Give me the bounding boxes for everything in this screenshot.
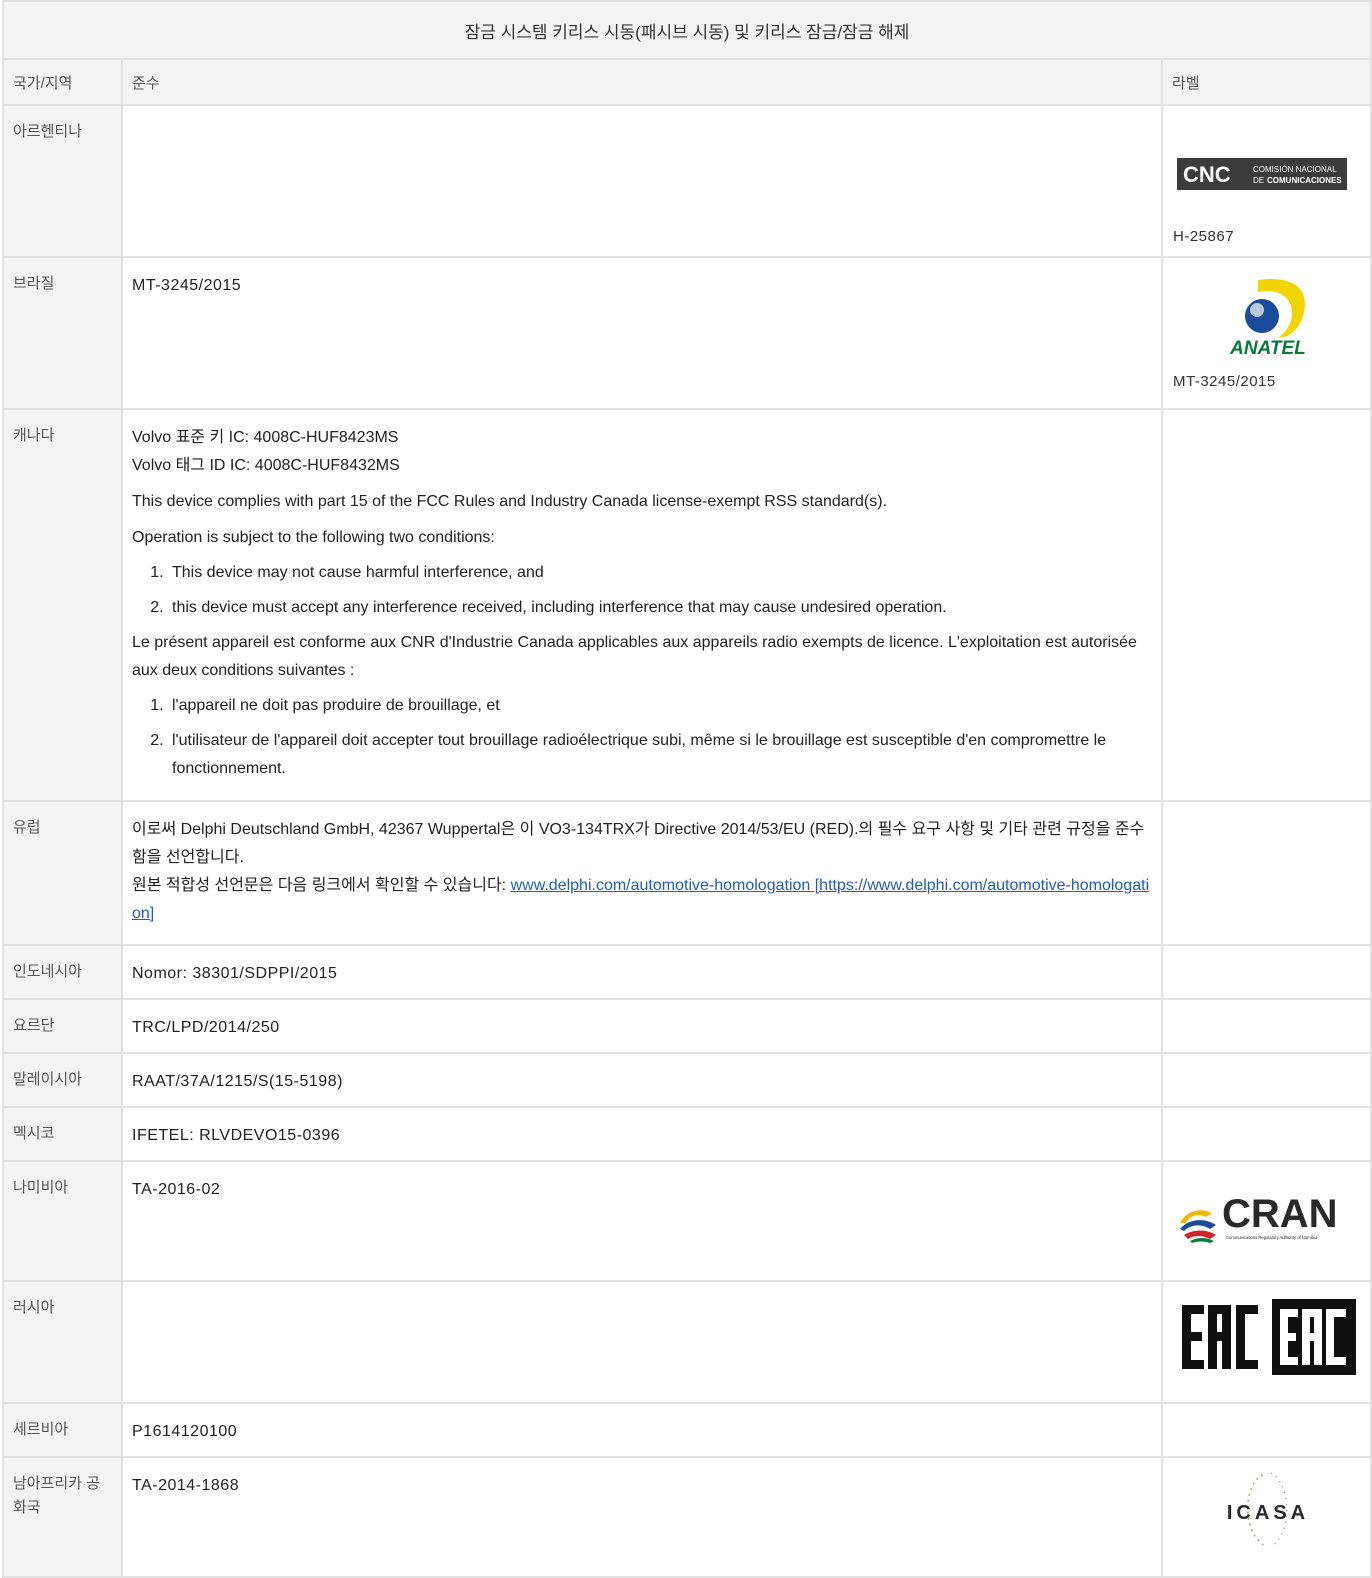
icasa-logo-text: ICASA [1226, 1502, 1308, 1524]
table-row: 나미비아 TA-2016-02 CRAN Communications Regu… [2, 1160, 1372, 1282]
canada-fr-paragraph: Le présent appareil est conforme aux CNR… [132, 634, 1137, 679]
europe-link-prefix: 원본 적합성 선언문은 다음 링크에서 확인할 수 있습니다: [132, 877, 511, 894]
label-cell [1160, 1280, 1372, 1404]
compliance-cell: MT-3245/2015 [121, 256, 1163, 410]
table-row: 남아프리카 공화국 TA-2014-1868 ICASA [2, 1456, 1372, 1578]
header-compliance: 준수 [121, 58, 1163, 106]
label-cell [1160, 1402, 1372, 1458]
label-cell [1160, 944, 1372, 1000]
country-cell: 인도네시아 [2, 944, 123, 1000]
table-row: 말레이시아 RAAT/37A/1215/S(15-5198) [2, 1052, 1372, 1108]
cran-logo: CRAN Communications Regulatory Authority… [1179, 1192, 1338, 1243]
table-row: 멕시코 IFETEL: RLVDEVO15-0396 [2, 1106, 1372, 1162]
eac-mark [1181, 1299, 1356, 1375]
table-row: 브라질 MT-3245/2015 ANATEL MT-3245/2015 [2, 256, 1372, 410]
europe-declaration: 이로써 Delphi Deutschland GmbH, 42367 Wuppe… [132, 821, 1145, 866]
table-row: 요르단 TRC/LPD/2014/250 [2, 998, 1372, 1054]
compliance-cell: P1614120100 [121, 1402, 1163, 1458]
label-cell [1160, 408, 1372, 802]
country-cell: 요르단 [2, 998, 123, 1054]
country-cell: 남아프리카 공화국 [2, 1456, 123, 1578]
cran-logo-text: CRAN [1222, 1192, 1338, 1236]
canada-fcc-statement: This device complies with part 15 of the… [132, 493, 888, 510]
anatel-logo-text: ANATEL [1229, 338, 1306, 358]
label-cell: CRAN Communications Regulatory Authority… [1160, 1160, 1372, 1282]
canada-conditions-intro: Operation is subject to the following tw… [132, 529, 495, 546]
label-code: MT-3245/2015 [1173, 373, 1276, 390]
compliance-table: 잠금 시스템 키리스 시동(패시브 시동) 및 키리스 잠금/잠금 해제 국가/… [1, 0, 1372, 1578]
canada-conditions-fr: l'appareil ne doit pas produire de broui… [132, 692, 1151, 783]
country-cell: 캐나다 [2, 408, 123, 802]
compliance-cell: IFETEL: RLVDEVO15-0396 [121, 1106, 1163, 1162]
compliance-cell: TA-2014-1868 [121, 1456, 1163, 1578]
cnc-logo: CNC COMISIÓN NACIONAL DE COMUNICACIONES [1177, 158, 1347, 190]
table-row: 유럽 이로써 Delphi Deutschland GmbH, 42367 Wu… [2, 800, 1372, 946]
country-cell: 아르헨티나 [2, 104, 123, 258]
country-cell: 유럽 [2, 800, 123, 946]
country-cell: 브라질 [2, 256, 123, 410]
table-row: 캐나다 Volvo 표준 키 IC: 4008C-HUF8423MS Volvo… [2, 408, 1372, 802]
compliance-cell: TRC/LPD/2014/250 [121, 998, 1163, 1054]
label-cell: ICASA [1160, 1456, 1372, 1578]
country-cell: 세르비아 [2, 1402, 123, 1458]
canada-ic-standard-key: Volvo 표준 키 IC: 4008C-HUF8423MS [132, 429, 399, 446]
label-code: H-25867 [1173, 228, 1235, 245]
compliance-cell [121, 1280, 1163, 1404]
cnc-logo-line2: COMUNICACIONES [1267, 176, 1342, 185]
table-row: 세르비아 P1614120100 [2, 1402, 1372, 1458]
table-title-row: 잠금 시스템 키리스 시동(패시브 시동) 및 키리스 잠금/잠금 해제 [1, 0, 1372, 60]
cnc-logo-main: CNC [1183, 162, 1231, 187]
canada-conditions-en: This device may not cause harmful interf… [132, 559, 1151, 622]
table-row: 인도네시아 Nomor: 38301/SDPPI/2015 [2, 944, 1372, 1000]
table-title: 잠금 시스템 키리스 시동(패시브 시동) 및 키리스 잠금/잠금 해제 [1, 0, 1372, 60]
compliance-cell [121, 104, 1163, 258]
country-cell: 러시아 [2, 1280, 123, 1404]
cnc-logo-line2-prefix: DE [1253, 176, 1264, 185]
compliance-cell: Nomor: 38301/SDPPI/2015 [121, 944, 1163, 1000]
compliance-cell: TA-2016-02 [121, 1160, 1163, 1282]
label-cell: ANATEL MT-3245/2015 [1160, 256, 1372, 410]
label-cell [1160, 998, 1372, 1054]
anatel-logo: ANATEL [1229, 279, 1306, 358]
country-cell: 말레이시아 [2, 1052, 123, 1108]
header-label: 라벨 [1160, 58, 1372, 106]
europe-link-line: 원본 적합성 선언문은 다음 링크에서 확인할 수 있습니다: www.delp… [132, 872, 1151, 928]
compliance-cell: Volvo 표준 키 IC: 4008C-HUF8423MS Volvo 태그 … [121, 408, 1163, 802]
label-cell: CNC COMISIÓN NACIONAL DE COMUNICACIONES … [1160, 104, 1372, 258]
country-cell: 나미비아 [2, 1160, 123, 1282]
header-country: 국가/지역 [2, 58, 123, 106]
cran-logo-subtitle: Communications Regulatory Authority of N… [1226, 1235, 1318, 1240]
cnc-logo-line1: COMISIÓN NACIONAL [1253, 165, 1337, 174]
country-cell: 멕시코 [2, 1106, 123, 1162]
compliance-cell: RAAT/37A/1215/S(15-5198) [121, 1052, 1163, 1108]
list-item: l'appareil ne doit pas produire de broui… [168, 692, 1151, 720]
table-row: 아르헨티나 CNC COMISIÓN NACIONAL DE COMUNICAC… [2, 104, 1372, 258]
list-item: this device must accept any interference… [168, 594, 1151, 622]
label-cell [1160, 1052, 1372, 1108]
icasa-logo: ICASA [1226, 1472, 1308, 1548]
label-cell [1160, 800, 1372, 946]
table-row: 러시아 [2, 1280, 1372, 1404]
label-cell [1160, 1106, 1372, 1162]
compliance-cell: 이로써 Delphi Deutschland GmbH, 42367 Wuppe… [121, 800, 1163, 946]
canada-ic-tag: Volvo 태그 ID IC: 4008C-HUF8432MS [132, 457, 400, 474]
table-header-row: 국가/지역 준수 라벨 [2, 58, 1372, 106]
list-item: l'utilisateur de l'appareil doit accepte… [168, 727, 1151, 783]
list-item: This device may not cause harmful interf… [168, 559, 1151, 587]
